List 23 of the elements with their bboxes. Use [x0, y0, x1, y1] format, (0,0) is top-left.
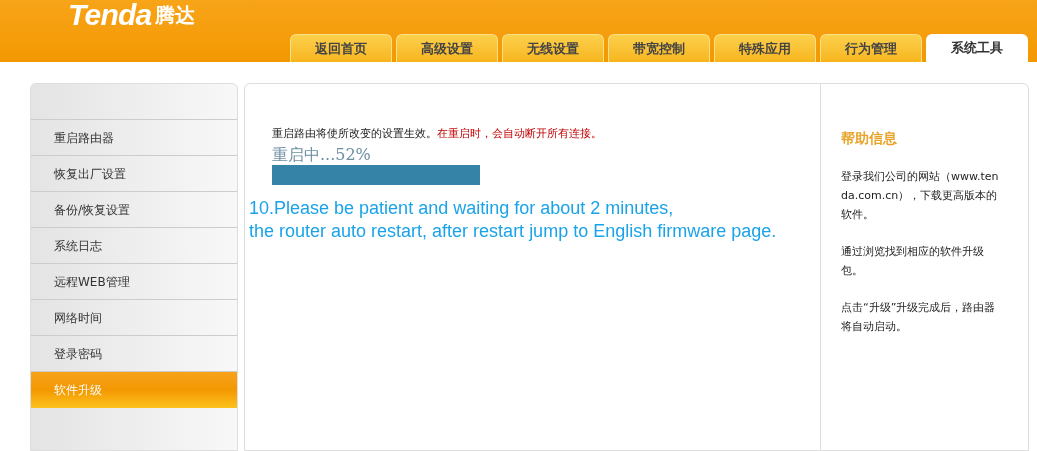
sidebar-item[interactable]: 远程WEB管理 — [31, 264, 237, 300]
logo: Tenda — [68, 0, 152, 30]
progress-text: 重启中...52% — [272, 144, 372, 165]
help-text: 点击“升级”升级完成后，路由器将自动启动。 — [841, 300, 997, 335]
nav-tab[interactable]: 返回首页 — [290, 34, 392, 62]
logo-text: 腾达 — [155, 2, 196, 29]
sidebar-item[interactable]: 备份/恢复设置 — [31, 192, 237, 228]
restart-notice: 重启路由将使所改变的设置生效。在重启时，会自动断开所有连接。 — [272, 126, 603, 142]
sidebar-item[interactable]: 重启路由器 — [31, 120, 237, 156]
help-text: 通过浏览找到相应的软件升级包。 — [841, 244, 985, 279]
nav-tab[interactable]: 特殊应用 — [714, 34, 816, 62]
help-title: 帮助信息 — [841, 129, 898, 148]
nav-tab[interactable]: 无线设置 — [502, 34, 604, 62]
help-text: 登录我们公司的网站（www.tenda.com.cn），下载更高版本的软件。 — [841, 169, 1000, 223]
sidebar-item[interactable]: 恢复出厂设置 — [31, 156, 237, 192]
annotation-text: the router auto restart, after restart jump to English firmware page. — [249, 219, 778, 243]
nav-tab[interactable]: 行为管理 — [820, 34, 922, 62]
nav-tab[interactable]: 带宽控制 — [608, 34, 710, 62]
annotation-text: 10.Please be patient and waiting for about 2 minutes, — [249, 196, 675, 220]
sidebar-item[interactable]: 系统日志 — [31, 228, 237, 264]
nav-tab[interactable]: 系统工具 — [926, 34, 1028, 62]
nav-tab[interactable]: 高级设置 — [396, 34, 498, 62]
sidebar-item[interactable]: 网络时间 — [31, 300, 237, 336]
